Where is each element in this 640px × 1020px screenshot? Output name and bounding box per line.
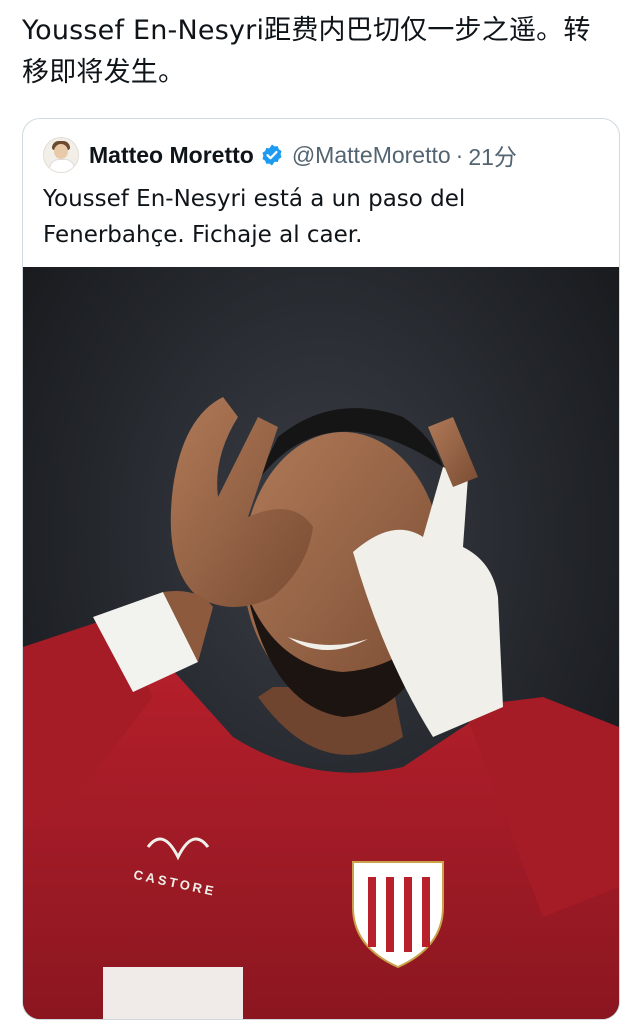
tweet-timestamp[interactable]: 21分	[468, 138, 517, 172]
separator-dot: ·	[455, 141, 464, 168]
post-text: Youssef En-Nesyri距费内巴切仅一步之遥。转移即将发生。	[22, 15, 591, 88]
author-avatar[interactable]	[43, 137, 79, 173]
quoted-tweet-text: Youssef En-Nesyri está a un paso del Fen…	[43, 186, 466, 248]
verified-badge-icon	[260, 143, 284, 167]
quoted-tweet-header: Matteo Moretto @MatteMoretto · 21分	[43, 137, 517, 173]
quoted-tweet-card[interactable]: Matteo Moretto @MatteMoretto · 21分 Youss…	[22, 118, 620, 1020]
author-name[interactable]: Matteo Moretto	[89, 142, 254, 169]
tweet-photo[interactable]: CASTORE	[23, 267, 619, 1019]
author-handle[interactable]: @MatteMoretto	[292, 142, 451, 169]
